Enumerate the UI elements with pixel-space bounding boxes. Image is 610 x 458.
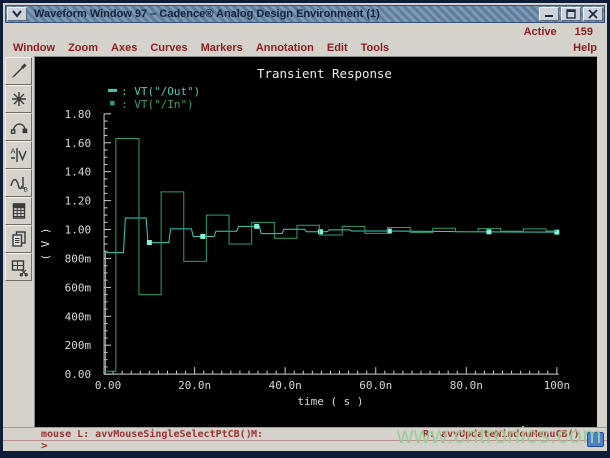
svg-text:time ( s ): time ( s ) <box>297 395 363 408</box>
chevron-down-icon <box>11 9 23 19</box>
close-button[interactable] <box>583 7 603 21</box>
svg-text:600m: 600m <box>65 281 92 294</box>
svg-text:: VT("/Out"): : VT("/Out") <box>121 85 200 98</box>
calculator-tool-button[interactable] <box>5 197 32 225</box>
pen-tool-button[interactable] <box>5 57 32 85</box>
arc-handles-icon <box>9 117 29 137</box>
window-menu-button[interactable] <box>7 7 27 21</box>
copy-page-icon <box>9 229 29 249</box>
toolbar: A B <box>3 56 34 427</box>
menu-item-annotation[interactable]: Annotation <box>256 42 314 54</box>
svg-text:1.00: 1.00 <box>65 224 91 237</box>
svg-text:80.0n: 80.0n <box>450 379 483 392</box>
svg-text:: VT("/In"): : VT("/In") <box>121 98 194 111</box>
minimize-button[interactable] <box>539 7 559 21</box>
calculator-icon <box>9 201 29 221</box>
menu-item-tools[interactable]: Tools <box>361 42 390 54</box>
copy-tool-button[interactable] <box>5 225 32 253</box>
menu-item-window[interactable]: Window <box>13 42 55 54</box>
refresh-tool-button[interactable] <box>5 85 32 113</box>
window-cut-icon <box>9 257 29 277</box>
svg-text:A: A <box>10 147 15 156</box>
minimize-icon <box>543 9 555 19</box>
svg-text:( V ): ( V ) <box>39 227 52 260</box>
svg-text:B: B <box>23 187 27 194</box>
svg-text:200m: 200m <box>65 339 92 352</box>
prompt-symbol: > <box>41 439 48 452</box>
svg-text:1.60: 1.60 <box>65 137 91 150</box>
svg-text:1.20: 1.20 <box>65 195 91 208</box>
asterisk-burst-icon <box>9 89 29 109</box>
marker-b-tool-button[interactable]: B <box>5 169 32 197</box>
svg-text:60.0n: 60.0n <box>359 379 392 392</box>
menubar: Window Zoom Axes Curves Markers Annotation Edi… <box>3 39 607 56</box>
svg-text:1.80: 1.80 <box>65 108 91 121</box>
status-mouse-left: mouse L: avvMouseSingleSelectPtCB() <box>41 429 252 440</box>
main-area: A B <box>3 56 607 427</box>
active-row: Active 159 <box>3 25 607 39</box>
active-value: 159 <box>575 26 593 38</box>
svg-text:Transient Response: Transient Response <box>257 66 392 81</box>
waveform-window: Waveform Window 97 – Cadence® Analog Des… <box>0 0 610 458</box>
marker-a-tool-button[interactable]: A <box>5 141 32 169</box>
menu-item-axes[interactable]: Axes <box>111 42 137 54</box>
maximize-button[interactable] <box>561 7 581 21</box>
curve-tool-button[interactable] <box>5 113 32 141</box>
menu-item-markers[interactable]: Markers <box>201 42 243 54</box>
plot-canvas[interactable]: 0.00 20.0n 40.0n 60.0n 80.0n 100n 0.00 200m 400m… <box>34 56 597 427</box>
pen-icon <box>9 61 29 81</box>
active-label: Active <box>524 26 557 38</box>
menu-item-edit[interactable]: Edit <box>327 42 348 54</box>
svg-text:400m: 400m <box>65 310 92 323</box>
marker-a-icon: A <box>9 145 29 165</box>
svg-text:0.00: 0.00 <box>65 368 91 381</box>
menu-item-curves[interactable]: Curves <box>150 42 187 54</box>
status-mouse-middle: M: <box>251 429 263 440</box>
svg-text:40.0n: 40.0n <box>269 379 302 392</box>
svg-text:0.00: 0.00 <box>95 379 121 392</box>
window-title: Waveform Window 97 – Cadence® Analog Des… <box>34 8 538 20</box>
svg-text:1.40: 1.40 <box>65 166 91 179</box>
menu-item-help[interactable]: Help <box>573 42 597 54</box>
menu-items: Window Zoom Axes Curves Markers Annotation Edi… <box>13 42 389 54</box>
svg-text:20.0n: 20.0n <box>178 379 211 392</box>
svg-text:100n: 100n <box>544 379 570 392</box>
cut-tool-button[interactable] <box>5 253 32 281</box>
titlebar: Waveform Window 97 – Cadence® Analog Des… <box>5 5 605 23</box>
watermark: www.cntronics.com <box>397 422 602 449</box>
svg-text:800m: 800m <box>65 252 92 265</box>
marker-b-icon: B <box>9 173 29 193</box>
close-icon <box>587 9 599 19</box>
maximize-icon <box>565 9 577 19</box>
menu-item-zoom[interactable]: Zoom <box>68 42 98 54</box>
